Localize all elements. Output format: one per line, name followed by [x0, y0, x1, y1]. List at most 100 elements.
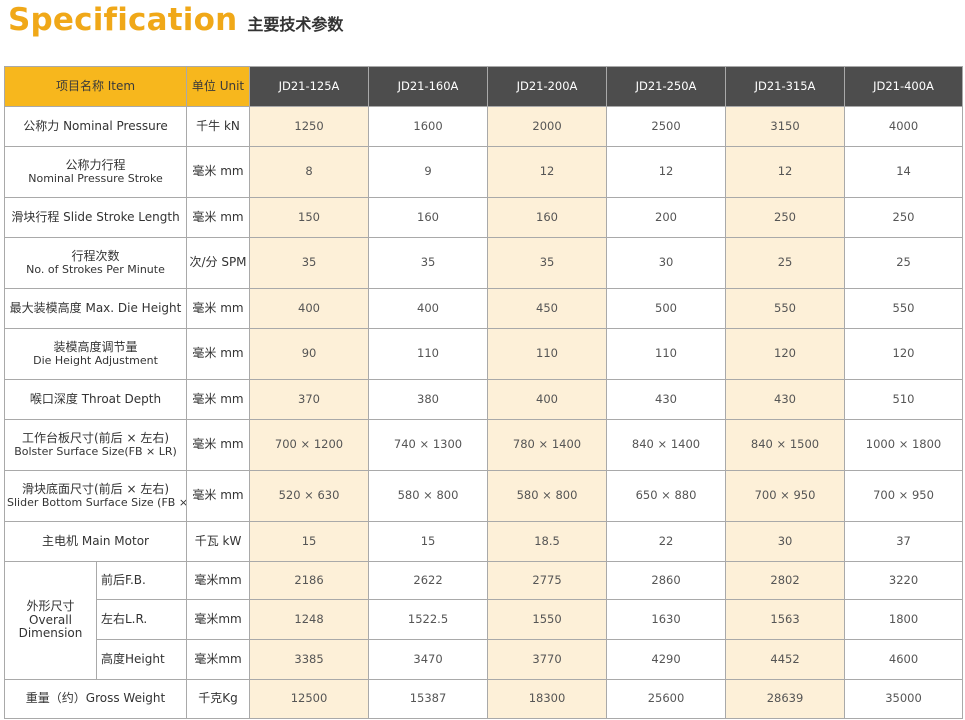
table-cell: 430	[606, 379, 727, 420]
table-cell: 550	[844, 288, 964, 329]
table-cell: 250	[844, 197, 964, 238]
table-cell: 14	[844, 146, 964, 198]
row-unit: 毫米mm	[186, 639, 251, 680]
column-header-model: JD21-160A	[368, 66, 489, 107]
table-cell: 18300	[487, 679, 608, 719]
dimension-label-cn: 外形尺寸	[26, 598, 75, 613]
table-cell: 700 × 950	[844, 470, 964, 522]
table-cell: 25600	[606, 679, 727, 719]
table-cell: 4600	[844, 639, 964, 680]
spec-table: 项目名称 Item 单位 Unit JD21-125A JD21-160A JD…	[3, 66, 964, 719]
table-cell: 650 × 880	[606, 470, 727, 522]
table-cell: 28639	[725, 679, 846, 719]
table-cell: 580 × 800	[368, 470, 489, 522]
table-cell: 400	[368, 288, 489, 329]
table-cell: 8	[249, 146, 370, 198]
page-header: Specification 主要技术参数	[8, 2, 343, 46]
row-label-en: Slider Bottom Surface Size (FB × LR)	[7, 495, 186, 509]
row-label: 公称力行程 Nominal Pressure Stroke	[3, 146, 188, 198]
table-cell: 400	[487, 379, 608, 420]
table-cell: 3470	[368, 639, 489, 680]
table-cell: 250	[725, 197, 846, 238]
row-label: 重量（约）Gross Weight	[3, 679, 188, 719]
table-cell: 12	[606, 146, 727, 198]
row-label: 主电机 Main Motor	[3, 521, 188, 562]
table-cell: 2000	[487, 106, 608, 147]
table-row: 公称力行程 Nominal Pressure Stroke 毫米 mm 8 9 …	[3, 146, 964, 198]
column-header-item: 项目名称 Item	[3, 66, 188, 107]
table-cell: 25	[725, 237, 846, 289]
table-cell: 110	[368, 328, 489, 380]
table-cell: 12	[487, 146, 608, 198]
table-cell: 150	[249, 197, 370, 238]
row-label-cn: 行程次数	[71, 248, 120, 263]
table-row: 主电机 Main Motor 千瓦 kW 15 15 18.5 22 30 37	[3, 521, 964, 562]
table-cell: 9	[368, 146, 489, 198]
table-cell: 2775	[487, 561, 608, 600]
table-header-row: 项目名称 Item 单位 Unit JD21-125A JD21-160A JD…	[3, 66, 964, 107]
table-cell: 3770	[487, 639, 608, 680]
table-cell: 120	[725, 328, 846, 380]
table-cell: 15387	[368, 679, 489, 719]
column-header-model: JD21-400A	[844, 66, 964, 107]
table-cell: 2860	[606, 561, 727, 600]
row-unit: 次/分 SPM	[186, 237, 251, 289]
table-cell: 12500	[249, 679, 370, 719]
table-cell: 160	[487, 197, 608, 238]
table-cell: 580 × 800	[487, 470, 608, 522]
table-cell: 2500	[606, 106, 727, 147]
page-subtitle: 主要技术参数	[247, 15, 344, 34]
table-cell: 30	[606, 237, 727, 289]
table-cell: 2802	[725, 561, 846, 600]
table-cell: 35	[249, 237, 370, 289]
table-row: 外形尺寸 Overall Dimension 前后F.B. 毫米mm 2186 …	[4, 561, 964, 680]
row-unit: 毫米mm	[186, 561, 251, 600]
table-cell: 430	[725, 379, 846, 420]
table-row: 喉口深度 Throat Depth 毫米 mm 370 380 400 430 …	[3, 379, 964, 420]
table-cell: 1000 × 1800	[844, 419, 964, 471]
row-label: 工作台板尺寸(前后 × 左右) Bolster Surface Size(FB …	[3, 419, 188, 471]
table-cell: 3150	[725, 106, 846, 147]
row-label-cn: 工作台板尺寸(前后 × 左右)	[21, 430, 170, 445]
column-header-model: JD21-315A	[725, 66, 846, 107]
row-label: 喉口深度 Throat Depth	[3, 379, 188, 420]
table-cell: 1800	[844, 599, 964, 640]
table-cell: 780 × 1400	[487, 419, 608, 471]
table-cell: 35	[487, 237, 608, 289]
table-cell: 4000	[844, 106, 964, 147]
table-cell: 25	[844, 237, 964, 289]
row-label: 公称力 Nominal Pressure	[3, 106, 188, 147]
table-cell: 380	[368, 379, 489, 420]
row-unit: 毫米mm	[186, 599, 251, 640]
dimension-sub-label: 左右L.R.	[95, 599, 188, 640]
row-unit: 毫米 mm	[186, 146, 251, 198]
row-unit: 千牛 kN	[186, 106, 251, 147]
row-unit: 毫米 mm	[186, 288, 251, 329]
table-cell: 4290	[606, 639, 727, 680]
row-label: 行程次数 No. of Strokes Per Minute	[3, 237, 188, 289]
table-cell: 1522.5	[368, 599, 489, 640]
table-cell: 400	[249, 288, 370, 329]
row-unit: 千克Kg	[186, 679, 251, 719]
table-cell: 840 × 1400	[606, 419, 727, 471]
row-label-en: Die Height Adjustment	[33, 353, 158, 367]
table-row: 装模高度调节量 Die Height Adjustment 毫米 mm 90 1…	[3, 328, 964, 380]
row-label-en: Bolster Surface Size(FB × LR)	[14, 444, 177, 458]
table-cell: 120	[844, 328, 964, 380]
table-cell: 500	[606, 288, 727, 329]
row-label-cn: 装模高度调节量	[53, 339, 138, 354]
table-cell: 1250	[249, 106, 370, 147]
dimension-label-en: Dimension	[18, 626, 83, 641]
table-row: 滑块底面尺寸(前后 × 左右) Slider Bottom Surface Si…	[3, 470, 964, 522]
table-row: 公称力 Nominal Pressure 千牛 kN 1250 1600 200…	[3, 106, 964, 147]
table-cell: 2622	[368, 561, 489, 600]
row-unit: 千瓦 kW	[186, 521, 251, 562]
table-cell: 12	[725, 146, 846, 198]
table-cell: 510	[844, 379, 964, 420]
table-cell: 700 × 1200	[249, 419, 370, 471]
table-cell: 520 × 630	[249, 470, 370, 522]
table-row: 最大装模高度 Max. Die Height 毫米 mm 400 400 450…	[3, 288, 964, 329]
table-cell: 90	[249, 328, 370, 380]
table-cell: 18.5	[487, 521, 608, 562]
table-cell: 15	[249, 521, 370, 562]
